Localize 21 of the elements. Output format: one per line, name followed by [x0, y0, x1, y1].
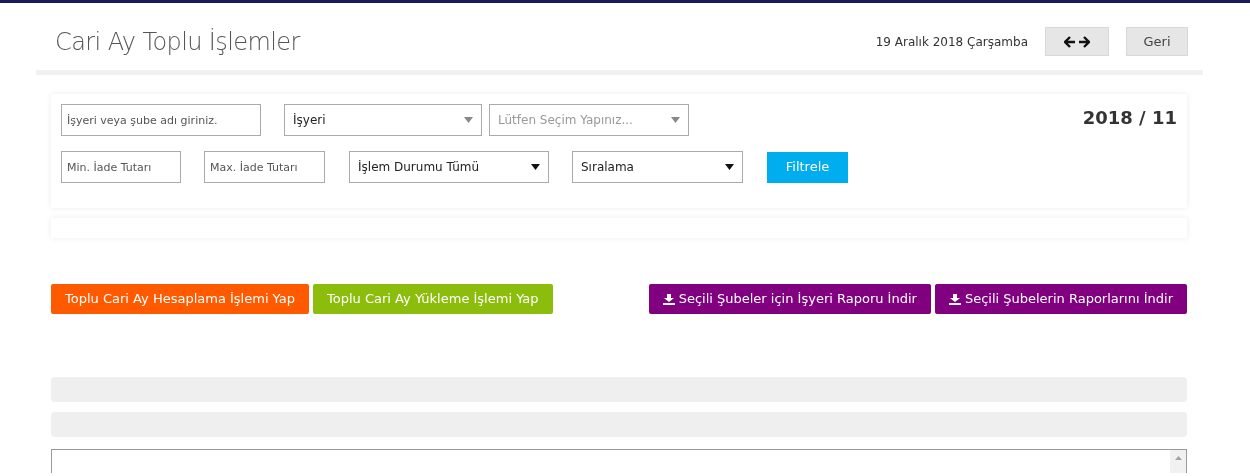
- date-text: 19 Aralık 2018 Çarşamba: [875, 33, 1028, 51]
- caret-icon: [531, 164, 540, 170]
- navigation-button[interactable]: [1045, 27, 1109, 56]
- text-field[interactable]: İşyeri veya şube adı giriniz.: [61, 104, 261, 136]
- page-title: Cari Ay Toplu İşlemler: [55, 26, 300, 58]
- dropdown[interactable]: İşlem Durumu Tümü: [349, 151, 549, 183]
- text-area[interactable]: [51, 449, 1187, 473]
- caret-icon: [671, 117, 680, 123]
- caret-icon: [464, 117, 473, 123]
- scroll-up-icon: [1174, 456, 1182, 460]
- back-button[interactable]: Geri: [1126, 27, 1188, 56]
- scrollbar[interactable]: [1170, 450, 1186, 473]
- text-field[interactable]: Min. İade Tutarı: [61, 151, 181, 183]
- left-right-arrows-icon: [1064, 35, 1090, 48]
- text-field[interactable]: Max. İade Tutarı: [204, 151, 325, 183]
- dropdown[interactable]: İşyeri: [284, 104, 482, 136]
- period-label: 2018 / 11: [1082, 106, 1177, 130]
- caret-icon: [725, 164, 734, 170]
- action-button[interactable]: Seçili Şubelerin Raporlarını İndir: [934, 284, 1187, 314]
- dropdown[interactable]: Sıralama: [572, 151, 743, 183]
- action-button[interactable]: Seçili Şubeler için İşyeri Raporu İndir: [648, 284, 931, 314]
